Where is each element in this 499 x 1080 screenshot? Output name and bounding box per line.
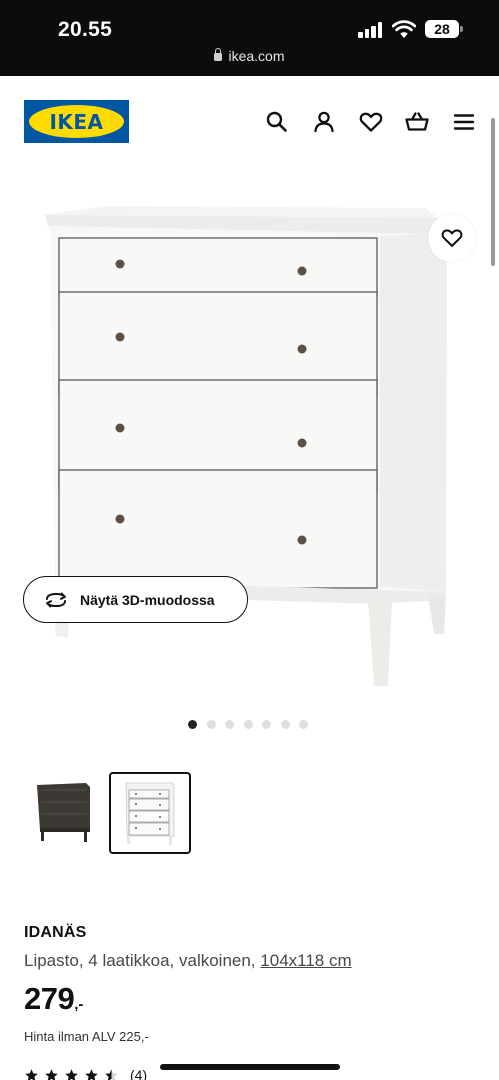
white-dresser-image xyxy=(125,782,175,845)
view-3d-label: Näytä 3D-muodossa xyxy=(80,591,215,608)
star-icon xyxy=(25,1068,38,1080)
url-text: ikea.com xyxy=(228,48,285,64)
lock-icon xyxy=(214,48,223,61)
heart-icon xyxy=(441,229,463,247)
carousel-dot[interactable] xyxy=(280,720,290,729)
basket-icon[interactable] xyxy=(404,109,430,135)
ikea-logo[interactable]: IKEA xyxy=(24,100,129,143)
view-3d-button[interactable]: Näytä 3D-muodossa xyxy=(23,576,248,623)
product-name: IDANÄS xyxy=(24,924,87,941)
product-description: Lipasto, 4 laatikkoa, valkoinen, 104x118… xyxy=(24,951,352,971)
battery-indicator: 28 xyxy=(425,20,459,38)
heart-icon[interactable] xyxy=(358,109,384,135)
carousel-dot[interactable] xyxy=(243,720,253,729)
carousel-dot[interactable] xyxy=(206,720,216,729)
battery-tip xyxy=(460,26,463,32)
product-rating[interactable]: (4) xyxy=(24,1066,147,1080)
favorite-button[interactable] xyxy=(428,214,476,262)
product-description-text: Lipasto, 4 laatikkoa, valkoinen, xyxy=(24,951,256,970)
thumbnail-white-dresser[interactable] xyxy=(109,772,191,854)
carousel-dots xyxy=(188,720,308,730)
search-icon[interactable] xyxy=(264,109,290,135)
product-price: 279,- xyxy=(24,981,83,1017)
product-size-link[interactable]: 104x118 cm xyxy=(260,951,351,970)
price-without-vat: Hinta ilman ALV 225,- xyxy=(24,1029,149,1044)
rotate-3d-icon xyxy=(46,592,66,607)
address-bar[interactable]: ikea.com xyxy=(0,48,499,64)
carousel-dot[interactable] xyxy=(262,720,271,729)
wifi-icon xyxy=(392,20,416,38)
signal-icon xyxy=(358,22,384,38)
user-icon[interactable] xyxy=(311,109,337,135)
star-icon xyxy=(65,1068,78,1080)
dark-dresser-image xyxy=(37,783,90,842)
star-icon xyxy=(85,1068,98,1080)
carousel-dot[interactable] xyxy=(188,720,197,729)
price-suffix: ,- xyxy=(74,996,84,1013)
star-icon xyxy=(45,1068,58,1080)
half-star-icon xyxy=(105,1068,118,1080)
home-indicator[interactable] xyxy=(160,1064,340,1070)
status-time: 20.55 xyxy=(58,18,113,41)
price-value: 279 xyxy=(24,981,75,1016)
logo-oval: IKEA xyxy=(29,105,124,138)
logo-text: IKEA xyxy=(49,109,104,134)
carousel-dot[interactable] xyxy=(225,720,234,729)
status-bar: 20.55 28 ikea.com xyxy=(0,0,499,76)
review-count: (4) xyxy=(130,1067,148,1080)
menu-icon[interactable] xyxy=(451,109,477,135)
carousel-dot[interactable] xyxy=(299,720,308,729)
product-image[interactable] xyxy=(0,195,499,705)
thumbnail-dark-dresser[interactable] xyxy=(24,772,106,854)
